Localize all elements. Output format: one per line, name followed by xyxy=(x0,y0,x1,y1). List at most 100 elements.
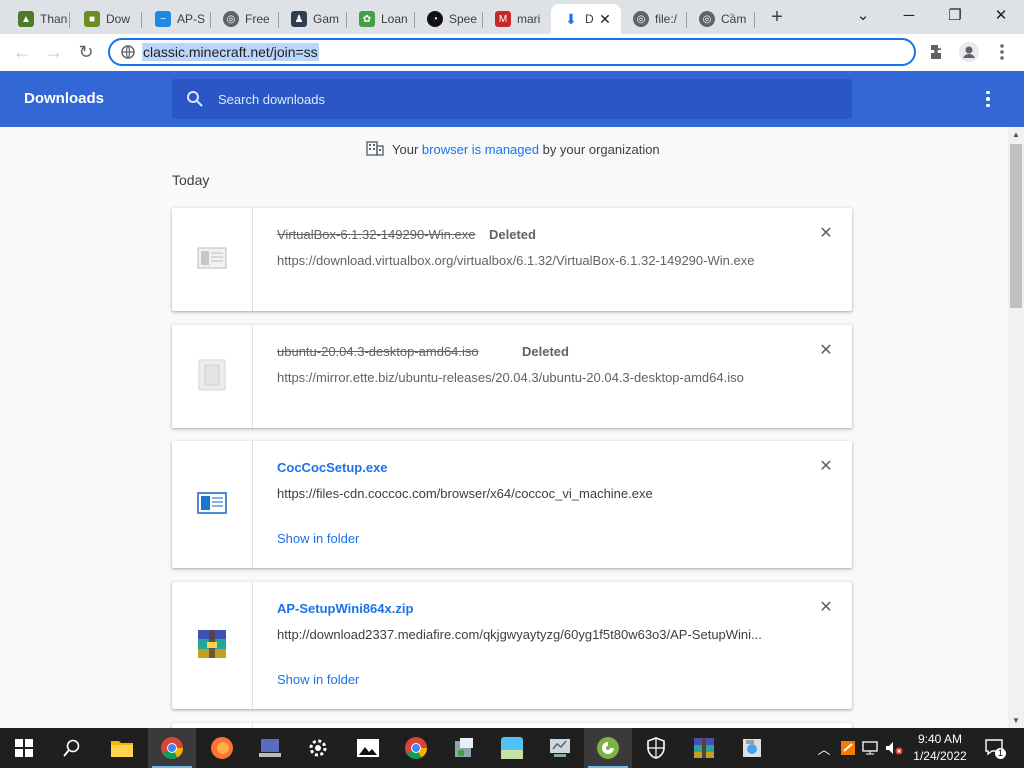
tab-title: Gam xyxy=(313,12,340,26)
start-button[interactable] xyxy=(0,728,48,768)
browser-menu-icon[interactable] xyxy=(992,42,1012,62)
back-button[interactable]: ← xyxy=(8,38,36,66)
profile-avatar-icon[interactable] xyxy=(959,42,979,62)
search-placeholder: Search downloads xyxy=(218,91,325,107)
game-app-icon[interactable] xyxy=(488,728,536,768)
minecraft-favicon-icon: ■ xyxy=(84,11,100,27)
address-bar[interactable]: classic.minecraft.net/join=ss xyxy=(108,38,916,66)
download-url[interactable]: https://download.virtualbox.org/virtualb… xyxy=(277,253,754,268)
clock-date: 1/24/2022 xyxy=(913,749,967,763)
more-actions-icon[interactable] xyxy=(978,89,998,109)
remove-from-list-icon[interactable]: ✕ xyxy=(818,599,834,616)
notification-center-icon[interactable]: 1 xyxy=(984,737,1006,759)
tab-title: mari xyxy=(517,12,541,26)
tab-10[interactable]: ◎ Cầm xyxy=(687,4,755,34)
search-taskbar-button[interactable] xyxy=(48,728,96,768)
managed-suffix: by your organization xyxy=(542,142,660,157)
extensions-puzzle-icon[interactable] xyxy=(927,42,947,62)
managed-prefix: Your xyxy=(392,142,419,157)
tab-downloads-active[interactable]: ⬇ D ✕ xyxy=(551,4,621,34)
globe-icon: ◎ xyxy=(699,11,715,27)
network-icon[interactable] xyxy=(860,738,880,758)
forward-button[interactable]: → xyxy=(40,38,68,66)
file-explorer-icon[interactable] xyxy=(98,728,146,768)
close-window-button[interactable]: ✕ xyxy=(978,0,1024,30)
tab-7[interactable]: M mari xyxy=(483,4,551,34)
tab-search-chevron-icon[interactable]: ⌄ xyxy=(840,0,886,30)
tab-5[interactable]: ✿ Loan xyxy=(347,4,415,34)
show-in-folder-link[interactable]: Show in folder xyxy=(277,531,359,546)
tab-title: Spee xyxy=(449,12,478,26)
show-hidden-icons-chevron-icon[interactable]: ︿ xyxy=(814,738,834,758)
download-filename[interactable]: CocCocSetup.exe xyxy=(277,460,388,475)
remove-from-list-icon[interactable]: ✕ xyxy=(818,458,834,475)
settings-gear-icon[interactable] xyxy=(294,728,342,768)
tab-3[interactable]: ◎ Free xyxy=(211,4,279,34)
disk-tool-icon[interactable] xyxy=(728,728,776,768)
new-tab-button[interactable]: + xyxy=(766,6,788,28)
downloads-header: Downloads Search downloads xyxy=(0,71,1024,127)
managed-notice: Your browser is managed by your organiza… xyxy=(366,140,660,159)
download-item: AP-SetupWini864x.zip http://download2337… xyxy=(172,582,852,709)
tab-4[interactable]: ♟ Gam xyxy=(279,4,347,34)
globe-icon: ◎ xyxy=(633,11,649,27)
downloads-list: Your browser is managed by your organiza… xyxy=(0,127,1008,728)
show-in-folder-link[interactable]: Show in folder xyxy=(277,672,359,687)
browser-toolbar: ← → ↻ classic.minecraft.net/join=ss xyxy=(0,34,1024,72)
exe-file-icon xyxy=(197,491,227,518)
reload-button[interactable]: ↻ xyxy=(72,38,100,66)
security-shield-icon[interactable] xyxy=(632,728,680,768)
tab-2[interactable]: ~ AP-S xyxy=(143,4,211,34)
tab-title: Free xyxy=(245,12,270,26)
mario-icon: M xyxy=(495,11,511,27)
download-item: ubuntu-20.04.3-desktop-amd64.iso Deleted… xyxy=(172,325,852,428)
winrar-archive-icon xyxy=(196,628,228,663)
minimize-button[interactable]: ─ xyxy=(886,0,932,30)
download-filename[interactable]: AP-SetupWini864x.zip xyxy=(277,601,413,616)
search-downloads-field[interactable]: Search downloads xyxy=(172,79,852,119)
chrome-profile-taskbar-icon[interactable] xyxy=(392,728,440,768)
download-url[interactable]: https://mirror.ette.biz/ubuntu-releases/… xyxy=(277,370,744,385)
tray-app-icon[interactable] xyxy=(838,738,858,758)
download-url[interactable]: https://files-cdn.coccoc.com/browser/x64… xyxy=(277,486,653,501)
close-tab-icon[interactable]: ✕ xyxy=(597,11,613,27)
address-text[interactable]: classic.minecraft.net/join=ss xyxy=(142,43,319,61)
tab-title: D xyxy=(585,12,594,26)
search-icon xyxy=(63,739,80,757)
firefox-taskbar-icon[interactable] xyxy=(198,728,246,768)
managed-link[interactable]: browser is managed xyxy=(422,142,539,157)
installer-app-icon[interactable] xyxy=(440,728,488,768)
tab-title: Loan xyxy=(381,12,408,26)
scrollbar-thumb[interactable] xyxy=(1010,144,1022,308)
volume-muted-icon[interactable] xyxy=(884,738,904,758)
vertical-scrollbar[interactable]: ▲ ▼ xyxy=(1008,127,1024,728)
tab-6[interactable]: ◔ Spee xyxy=(415,4,483,34)
tab-0[interactable]: ▲ Than xyxy=(6,4,70,34)
page-title: Downloads xyxy=(24,90,105,107)
download-status: Deleted xyxy=(489,227,536,242)
leaf-icon: ✿ xyxy=(359,11,375,27)
computer-app-icon[interactable] xyxy=(246,728,294,768)
chrome-taskbar-icon[interactable] xyxy=(148,728,196,768)
speedtest-icon: ◔ xyxy=(427,11,443,27)
iso-file-icon xyxy=(197,359,227,394)
photos-app-icon[interactable] xyxy=(344,728,392,768)
system-tool-icon[interactable] xyxy=(536,728,584,768)
download-url[interactable]: http://download2337.mediafire.com/qkjgwy… xyxy=(277,627,762,642)
download-item: CocCocSetup.exe https://files-cdn.coccoc… xyxy=(172,441,852,568)
system-clock[interactable]: 9:40 AM 1/24/2022 xyxy=(908,731,972,765)
download-filename: ubuntu-20.04.3-desktop-amd64.iso xyxy=(277,344,479,359)
scroll-down-arrow-icon[interactable]: ▼ xyxy=(1012,716,1020,725)
game-favicon-icon: ▲ xyxy=(18,11,34,27)
building-icon xyxy=(366,140,384,159)
remove-from-list-icon[interactable]: ✕ xyxy=(818,342,834,359)
remove-from-list-icon[interactable]: ✕ xyxy=(818,225,834,242)
tab-9[interactable]: ◎ file:/ xyxy=(621,4,687,34)
globe-icon xyxy=(120,44,136,60)
winrar-taskbar-icon[interactable] xyxy=(680,728,728,768)
coccoc-taskbar-icon[interactable] xyxy=(584,728,632,768)
scroll-up-arrow-icon[interactable]: ▲ xyxy=(1012,130,1020,139)
download-icon: ⬇ xyxy=(565,10,577,27)
tab-1[interactable]: ■ Dow xyxy=(72,4,142,34)
maximize-button[interactable]: ❐ xyxy=(932,0,978,30)
